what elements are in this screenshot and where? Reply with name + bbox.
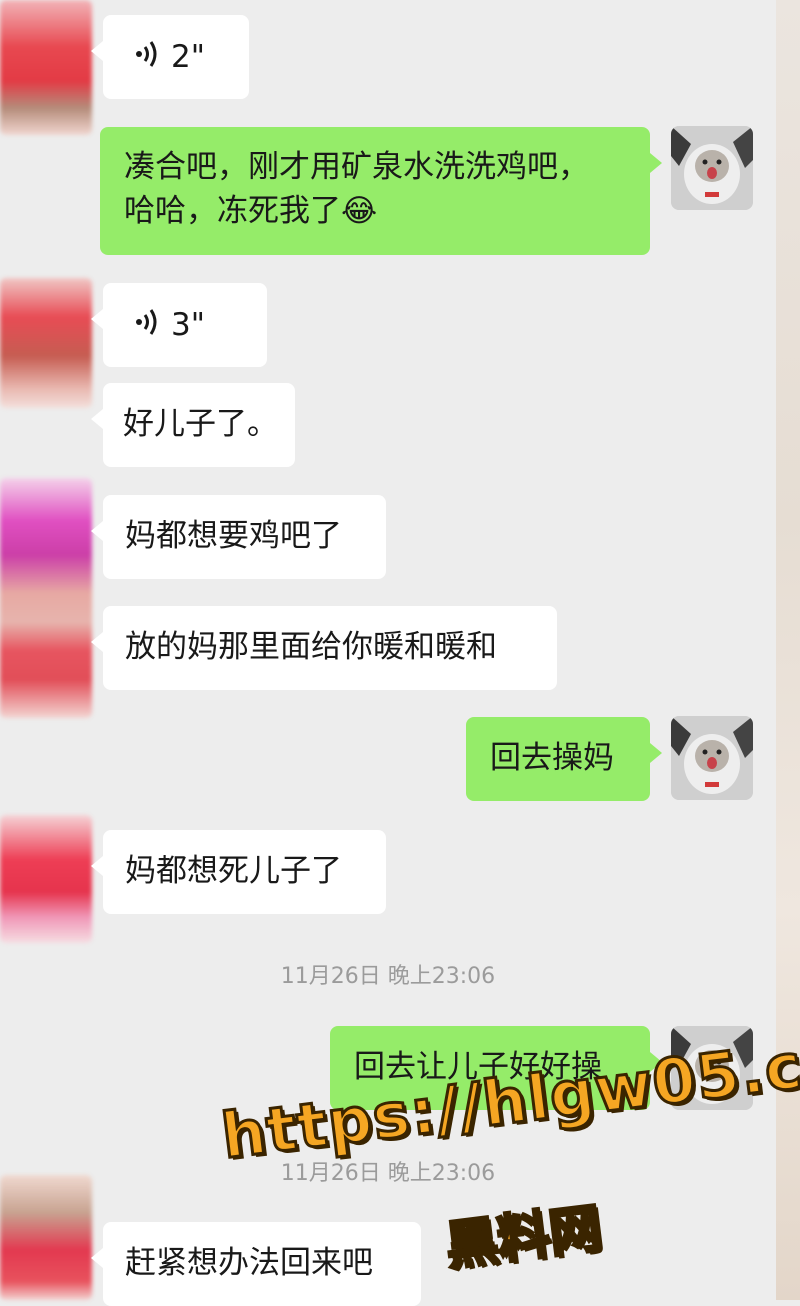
dog-avatar-icon	[671, 716, 753, 800]
message-text: 妈都想死儿子了	[125, 853, 342, 889]
voice-duration: 3"	[171, 307, 205, 343]
peer-avatar[interactable]	[0, 1175, 92, 1300]
self-avatar[interactable]	[671, 126, 753, 210]
self-avatar[interactable]	[671, 716, 753, 800]
message-text: 赶紧想办法回来吧	[125, 1245, 373, 1281]
message-bubble[interactable]: 赶紧想办法回来吧	[91, 1222, 421, 1306]
message-bubble[interactable]: 好儿子了。	[91, 383, 295, 467]
voice-duration: 2"	[171, 39, 205, 75]
watermark-name: 黑料网	[441, 1197, 606, 1279]
message-text: 回去操妈	[490, 740, 614, 776]
message-bubble[interactable]: 妈都想要鸡吧了	[91, 495, 386, 579]
message-bubble[interactable]: 妈都想死儿子了	[91, 830, 386, 914]
message-text-line: 凑合吧，刚才用矿泉水洗洗鸡吧，	[124, 149, 589, 185]
timestamp: 11月26日 晚上23:06	[280, 1161, 496, 1186]
message-text-line: 哈哈，冻死我了😂	[124, 193, 378, 229]
message-text: 妈都想要鸡吧了	[125, 518, 342, 554]
peer-avatar[interactable]	[0, 815, 92, 943]
background-photo-edge	[776, 0, 800, 1300]
message-bubble[interactable]: 放的妈那里面给你暖和暖和	[91, 606, 557, 690]
message-bubble[interactable]: 凑合吧，刚才用矿泉水洗洗鸡吧， 哈哈，冻死我了😂	[100, 127, 662, 255]
laughing-emoji-icon: 😂	[341, 193, 378, 229]
timestamp: 11月26日 晚上23:06	[280, 964, 496, 989]
voice-message-bubble[interactable]: 3"	[91, 283, 267, 367]
voice-message-bubble[interactable]: 2"	[91, 15, 249, 99]
peer-avatar[interactable]	[0, 0, 92, 135]
message-text: 放的妈那里面给你暖和暖和	[125, 629, 497, 665]
voice-wave-icon	[135, 37, 159, 81]
message-bubble[interactable]: 回去操妈	[466, 717, 662, 801]
peer-avatar[interactable]	[0, 478, 92, 718]
voice-wave-icon	[135, 305, 159, 349]
peer-avatar[interactable]	[0, 278, 92, 408]
dog-avatar-icon	[671, 126, 753, 210]
message-text: 好儿子了。	[123, 406, 278, 442]
